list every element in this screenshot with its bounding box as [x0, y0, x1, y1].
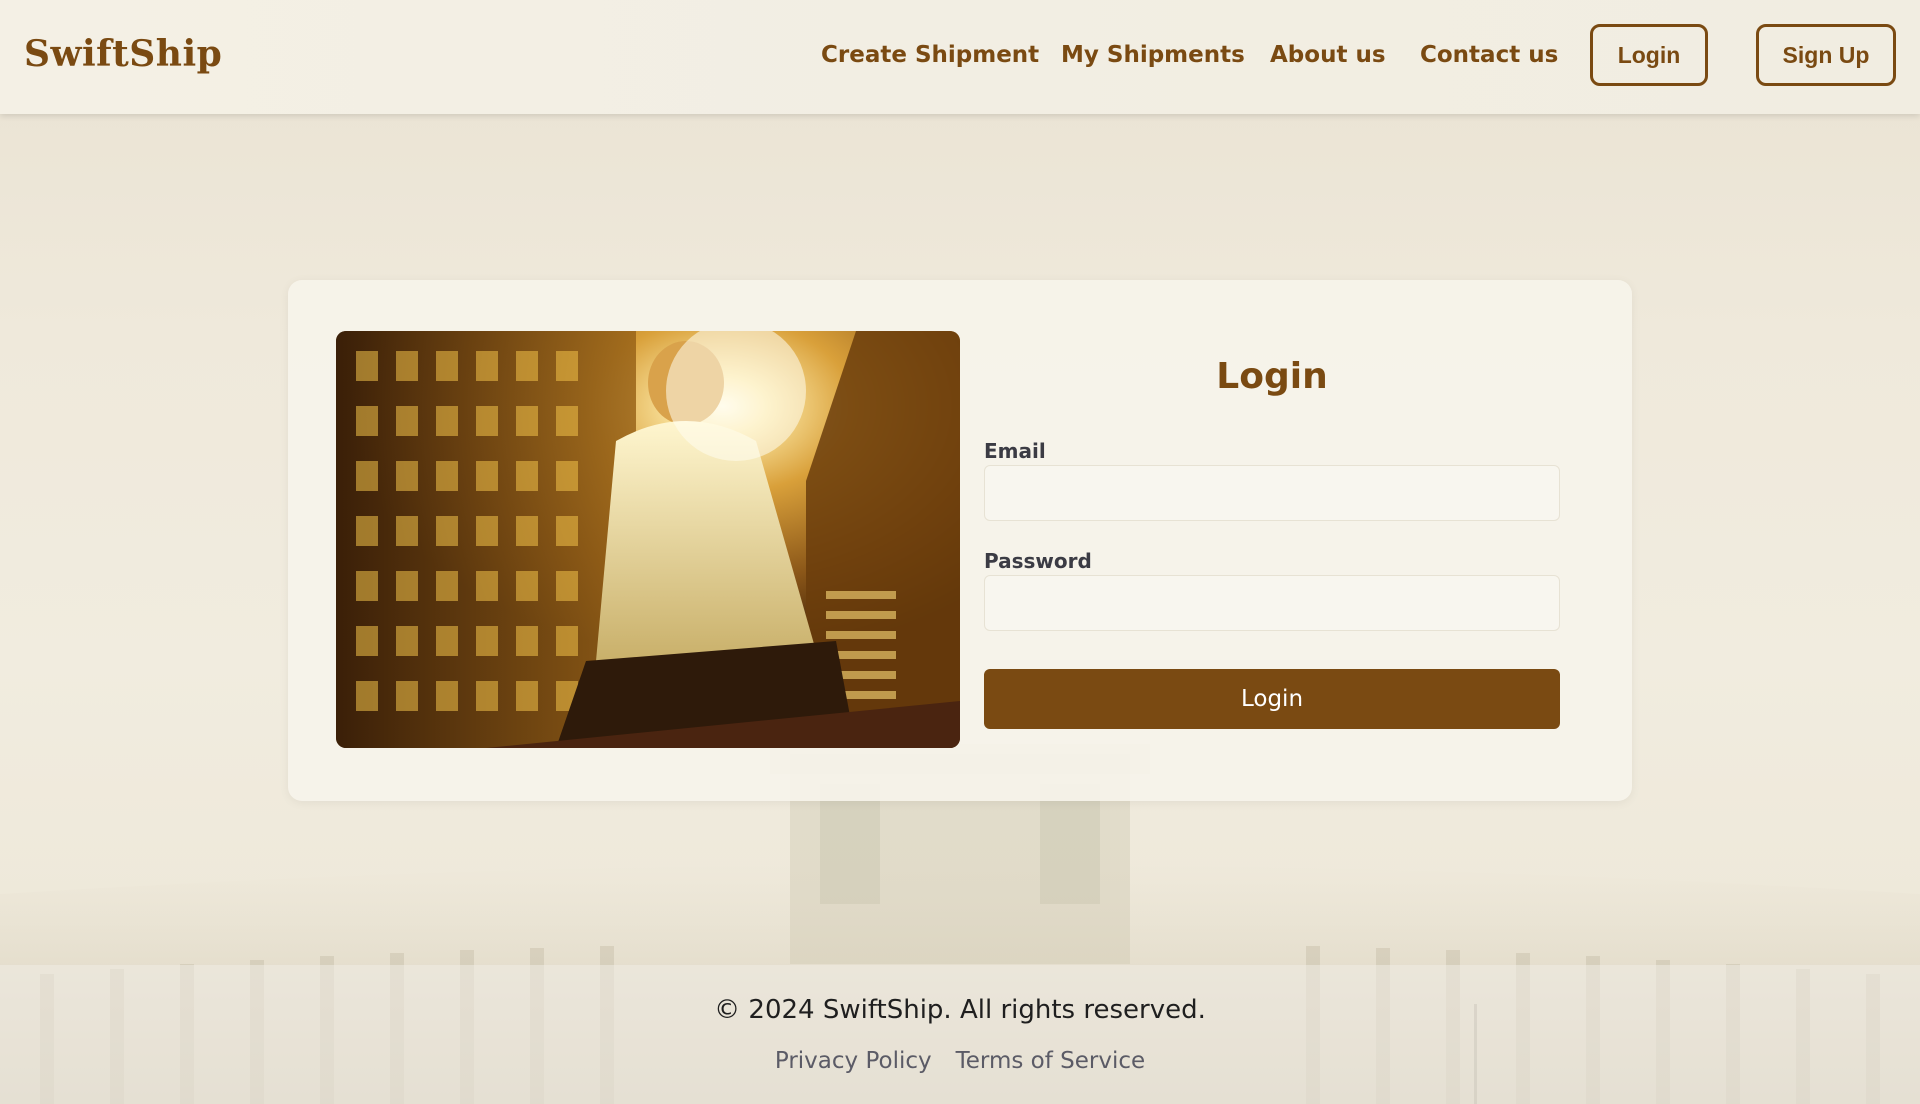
hero-photo	[336, 331, 960, 748]
email-field[interactable]	[984, 465, 1560, 521]
nav-about-us[interactable]: About us	[1270, 42, 1386, 68]
password-field[interactable]	[984, 575, 1560, 631]
nav-login-button[interactable]: Login	[1590, 24, 1708, 86]
password-label: Password	[984, 549, 1092, 573]
terms-of-service-link[interactable]: Terms of Service	[956, 1048, 1146, 1074]
email-label: Email	[984, 439, 1046, 463]
copyright-text: © 2024 SwiftShip. All rights reserved.	[714, 995, 1206, 1025]
top-navbar: SwiftShip Create Shipment My Shipments A…	[0, 0, 1920, 114]
nav-contact-us[interactable]: Contact us	[1420, 42, 1558, 68]
footer-links: Privacy Policy Terms of Service	[0, 1048, 1920, 1074]
login-submit-button[interactable]: Login	[984, 669, 1560, 729]
nav-create-shipment[interactable]: Create Shipment	[821, 42, 1039, 68]
man-sitting-city-sunset-photo-icon	[336, 331, 960, 748]
login-card: Login Email Password Login	[288, 280, 1632, 801]
login-title: Login	[1216, 356, 1328, 397]
nav-my-shipments[interactable]: My Shipments	[1061, 42, 1245, 68]
privacy-policy-link[interactable]: Privacy Policy	[775, 1048, 932, 1074]
page-footer: © 2024 SwiftShip. All rights reserved. P…	[0, 965, 1920, 1104]
brand-logo[interactable]: SwiftShip	[24, 33, 222, 75]
nav-signup-button[interactable]: Sign Up	[1756, 24, 1896, 86]
